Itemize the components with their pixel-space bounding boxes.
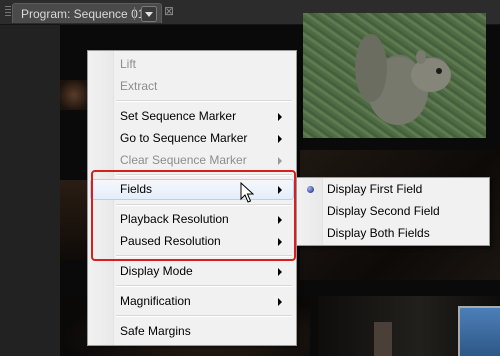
menu-item-clear-sequence-marker[interactable]: Clear Sequence Marker: [90, 150, 294, 171]
submenu-item-display-both-fields[interactable]: Display Both Fields: [299, 223, 487, 244]
menu-item-label: Go to Sequence Marker: [120, 131, 248, 145]
menu-item-extract[interactable]: Extract: [90, 76, 294, 97]
menu-item-label: Magnification: [120, 294, 191, 308]
menu-item-display-mode[interactable]: Display Mode: [90, 261, 294, 282]
submenu-item-label: Display Both Fields: [327, 226, 430, 240]
menu-item-label: Clear Sequence Marker: [120, 153, 247, 167]
submenu-arrow-icon: [278, 135, 282, 143]
menu-separator: [116, 100, 292, 102]
menu-item-go-to-sequence-marker[interactable]: Go to Sequence Marker: [90, 128, 294, 149]
video-frame-thumbnail: [318, 296, 500, 356]
menu-item-label: Lift: [120, 57, 137, 71]
menu-item-label: Safe Margins: [120, 324, 191, 338]
submenu-item-label: Display Second Field: [327, 204, 440, 218]
submenu-arrow-icon: [278, 113, 282, 121]
submenu-item-display-first-field[interactable]: Display First Field: [299, 179, 487, 200]
menu-item-label: Set Sequence Marker: [120, 109, 237, 123]
tab-divider: [134, 7, 135, 20]
submenu-item-display-second-field[interactable]: Display Second Field: [299, 201, 487, 222]
close-icon[interactable]: ⊠: [164, 5, 176, 17]
projector-screen: [458, 306, 500, 356]
video-frame-thumbnail: [60, 80, 88, 110]
submenu-item-label: Display First Field: [327, 182, 423, 196]
menu-separator: [116, 285, 292, 287]
menu-item-label: Extract: [120, 79, 158, 93]
mouse-pointer-icon: [240, 182, 254, 203]
menu-item-set-sequence-marker[interactable]: Set Sequence Marker: [90, 106, 294, 127]
submenu-arrow-icon: [278, 157, 282, 165]
menu-item-label: Display Mode: [120, 264, 193, 278]
presenter-figure: [374, 322, 392, 356]
submenu-arrow-icon: [278, 298, 282, 306]
squirrel-video-frame: [303, 13, 486, 138]
submenu-arrow-icon: [278, 268, 282, 276]
menu-separator: [116, 315, 292, 317]
tab-title: Program: Sequence 01: [21, 7, 145, 21]
video-frame-thumbnail: [60, 180, 88, 260]
menu-item-magnification[interactable]: Magnification: [90, 291, 294, 312]
radio-selected-icon: [307, 186, 314, 193]
panel-grip-handle[interactable]: [5, 6, 11, 18]
menu-item-safe-margins[interactable]: Safe Margins: [90, 321, 294, 342]
chevron-down-icon[interactable]: [141, 6, 157, 22]
fields-submenu: Display First Field Display Second Field…: [296, 177, 490, 246]
menu-item-lift[interactable]: Lift: [90, 54, 294, 75]
program-monitor-tab[interactable]: Program: Sequence 01: [12, 3, 162, 23]
annotation-highlight-box: [91, 170, 296, 261]
